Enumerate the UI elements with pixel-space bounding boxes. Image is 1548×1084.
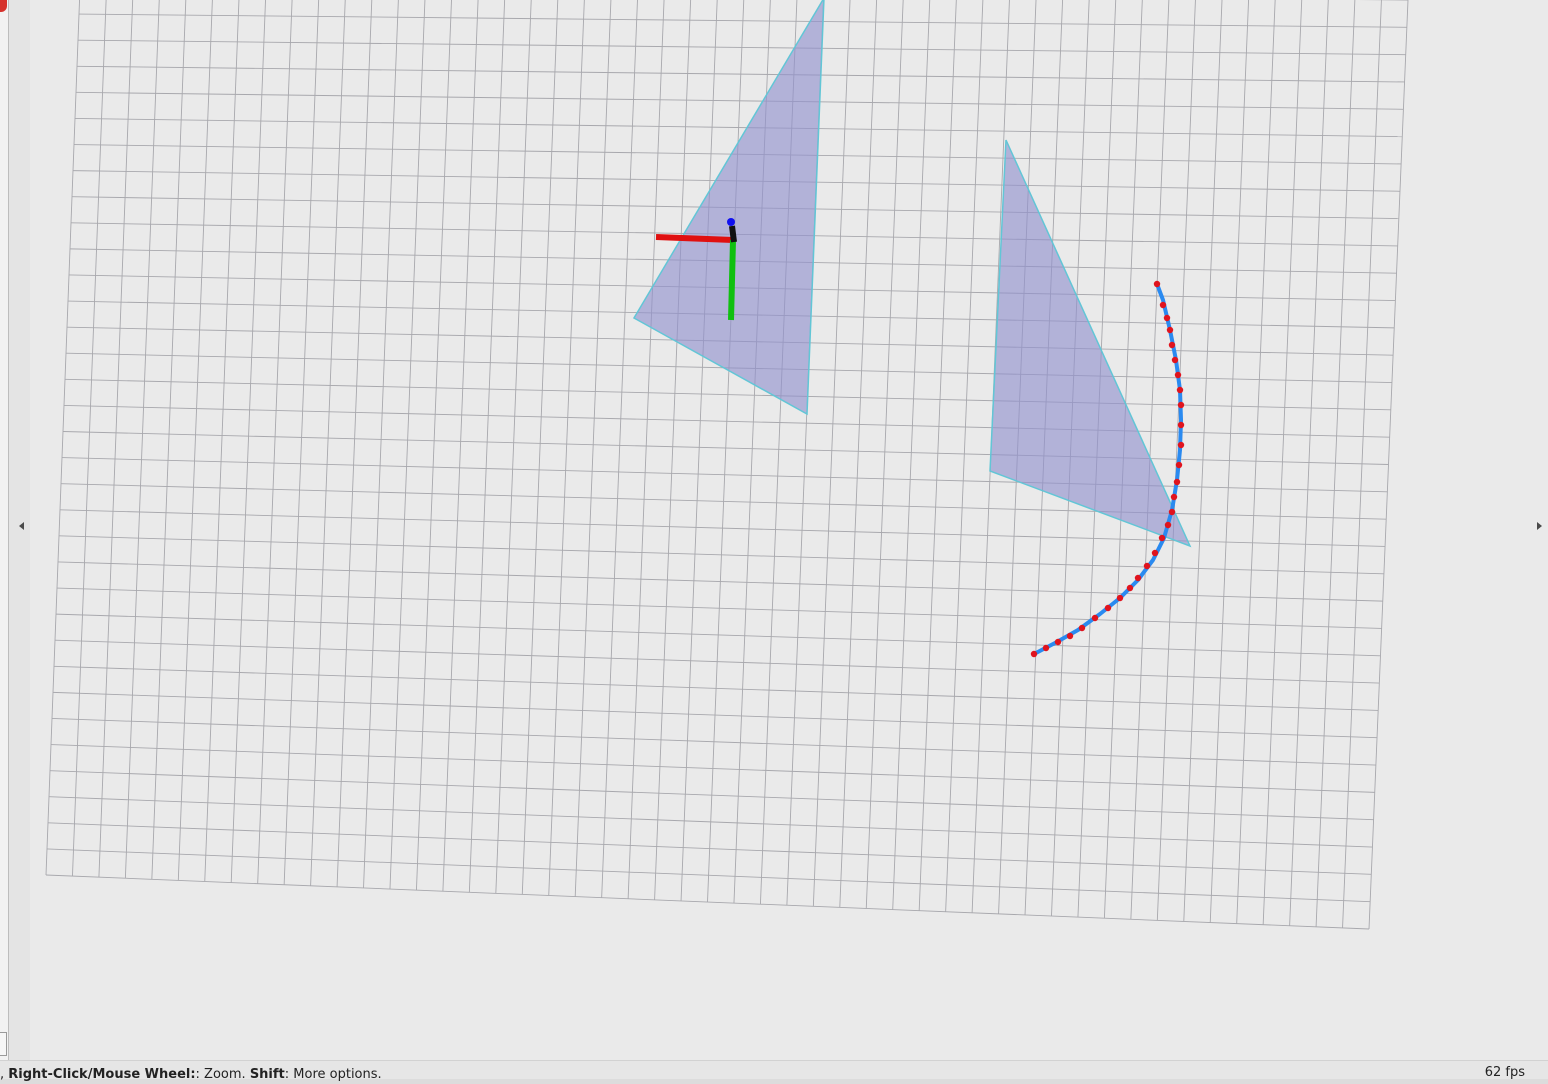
pose-marker bbox=[1091, 614, 1099, 622]
pose-marker bbox=[1164, 521, 1172, 529]
z-axis-tip bbox=[727, 218, 735, 226]
z-axis-shaft bbox=[729, 225, 737, 243]
triangle-plane-marker bbox=[989, 139, 1192, 548]
pose-marker bbox=[1168, 508, 1176, 516]
pose-marker bbox=[1066, 632, 1074, 640]
pose-marker bbox=[1175, 461, 1183, 469]
pose-marker bbox=[1104, 604, 1112, 612]
pose-marker bbox=[1126, 584, 1134, 592]
pose-marker bbox=[1173, 478, 1181, 486]
panel-edge bbox=[0, 0, 9, 1060]
y-axis-arrow bbox=[728, 239, 736, 321]
pose-marker bbox=[1166, 326, 1174, 334]
x-axis-arrow bbox=[655, 234, 734, 243]
fps-counter: 62 fps bbox=[1484, 1065, 1525, 1080]
triangle-right-icon[interactable] bbox=[1537, 522, 1542, 530]
pose-marker bbox=[1143, 562, 1151, 570]
pose-marker bbox=[1158, 534, 1166, 542]
pose-marker bbox=[1163, 314, 1171, 322]
pose-marker bbox=[1170, 493, 1178, 501]
pose-marker bbox=[1151, 549, 1159, 557]
pose-marker bbox=[1153, 280, 1161, 288]
pose-marker bbox=[1078, 624, 1086, 632]
3d-render-viewport[interactable] bbox=[30, 0, 1548, 1060]
status-bar: , Right-Click/Mouse Wheel:: Zoom. Shift:… bbox=[0, 1060, 1548, 1082]
pose-marker bbox=[1042, 644, 1050, 652]
pose-marker bbox=[1177, 441, 1185, 449]
status-hint-text: , Right-Click/Mouse Wheel:: Zoom. Shift:… bbox=[0, 1067, 382, 1082]
pose-marker bbox=[1177, 401, 1185, 409]
pose-marker bbox=[1174, 371, 1182, 379]
pose-marker bbox=[1159, 301, 1167, 309]
pose-marker bbox=[1176, 386, 1184, 394]
triangle-left-icon[interactable] bbox=[19, 522, 24, 530]
pose-marker bbox=[1030, 650, 1038, 658]
panel-handle[interactable] bbox=[0, 1032, 7, 1056]
pose-marker bbox=[1116, 594, 1124, 602]
left-side-panel bbox=[0, 0, 30, 1060]
pose-marker bbox=[1171, 356, 1179, 364]
triangle-plane-marker bbox=[632, 0, 825, 416]
pose-marker bbox=[1134, 574, 1142, 582]
ground-grid bbox=[45, 0, 1409, 930]
pose-marker bbox=[1054, 638, 1062, 646]
scene-canvas[interactable] bbox=[30, 0, 1548, 1060]
pose-marker bbox=[1168, 341, 1176, 349]
pose-marker bbox=[1177, 421, 1185, 429]
